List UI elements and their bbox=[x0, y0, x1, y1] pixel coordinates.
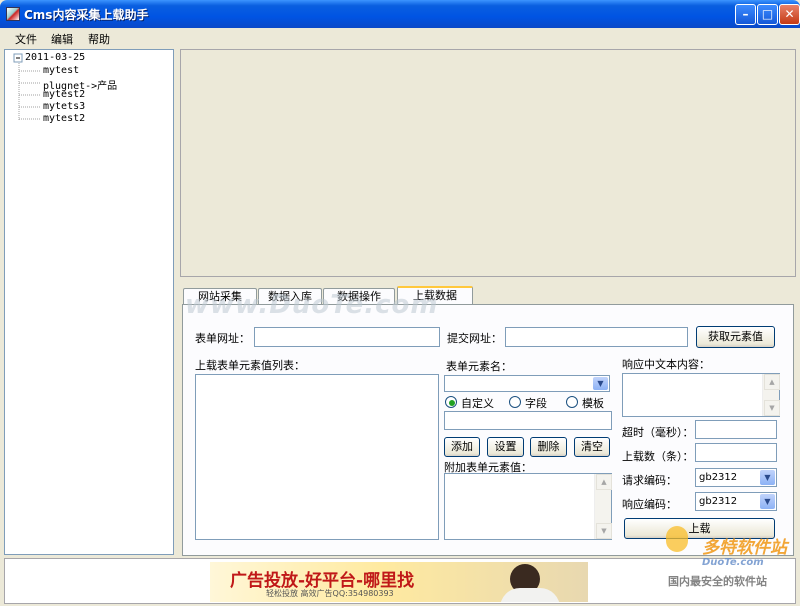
scrollbar[interactable]: ▲ ▼ bbox=[762, 374, 780, 416]
mascot-icon bbox=[666, 526, 688, 552]
minimize-icon: – bbox=[742, 7, 749, 21]
request-encoding-label: 请求编码： bbox=[622, 474, 677, 487]
upload-count-input[interactable] bbox=[695, 443, 777, 462]
extra-values-textarea[interactable]: ▲ ▼ bbox=[444, 473, 612, 540]
element-list-label: 上载表单元素值列表： bbox=[195, 359, 305, 372]
ad-person-body bbox=[500, 588, 560, 602]
form-url-label: 表单网址： bbox=[195, 332, 250, 345]
radio-custom-label: 自定义 bbox=[461, 397, 494, 410]
splitter[interactable] bbox=[180, 277, 796, 283]
form-url-input[interactable] bbox=[254, 327, 440, 347]
ad-banner[interactable]: 广告投放-好平台-哪里找 轻松投放 高效广告QQ:354980393 bbox=[210, 562, 588, 602]
request-encoding-value: gb2312 bbox=[699, 472, 738, 483]
radio-template[interactable] bbox=[566, 396, 578, 408]
upload-count-label: 上载数（条）： bbox=[622, 450, 694, 463]
scrollbar[interactable]: ▲ ▼ bbox=[594, 474, 612, 539]
response-text-area[interactable]: ▲ ▼ bbox=[622, 373, 780, 417]
menu-bar bbox=[4, 28, 796, 47]
radio-field-label: 字段 bbox=[525, 397, 547, 410]
clear-button[interactable]: 清空 bbox=[574, 437, 610, 457]
site-domain: DuoTe.com bbox=[702, 557, 764, 568]
scroll-down-icon[interactable]: ▼ bbox=[596, 523, 612, 539]
tree-root[interactable]: 2011-03-25 bbox=[25, 52, 85, 63]
ad-subline: 轻松投放 高效广告QQ:354980393 bbox=[266, 589, 394, 598]
minimize-button[interactable]: – bbox=[735, 4, 756, 25]
tree-view[interactable]: 2011-03-25 mytest plugnet->产品 mytest2 my… bbox=[4, 49, 174, 555]
window-title: Cms内容采集上载助手 bbox=[24, 8, 149, 22]
timeout-label: 超时（毫秒）： bbox=[622, 426, 694, 439]
timeout-input[interactable] bbox=[695, 420, 777, 439]
element-name-select[interactable]: ▼ bbox=[444, 375, 610, 392]
browser-area bbox=[180, 49, 796, 277]
element-name-label: 表单元素名： bbox=[446, 360, 512, 373]
watermark: www.DuoTe.com bbox=[185, 290, 439, 320]
close-icon: ✕ bbox=[784, 7, 795, 21]
scroll-up-icon[interactable]: ▲ bbox=[764, 374, 780, 390]
tree-node[interactable]: mytest2 bbox=[43, 113, 85, 124]
radio-custom[interactable] bbox=[445, 396, 457, 408]
menu-file[interactable]: 文件 bbox=[15, 31, 37, 47]
get-elements-button[interactable]: 获取元素值 bbox=[696, 326, 775, 348]
submit-url-input[interactable] bbox=[505, 327, 688, 347]
site-logo: 多特软件站 bbox=[702, 538, 787, 558]
response-encoding-value: gb2312 bbox=[699, 496, 738, 507]
chevron-down-icon: ▼ bbox=[593, 377, 608, 390]
scroll-up-icon[interactable]: ▲ bbox=[596, 474, 612, 490]
add-button[interactable]: 添加 bbox=[444, 437, 480, 457]
delete-button[interactable]: 删除 bbox=[530, 437, 567, 457]
radio-field[interactable] bbox=[509, 396, 521, 408]
tree-node[interactable]: mytest2 bbox=[43, 89, 85, 100]
element-values-list[interactable] bbox=[195, 374, 439, 540]
menu-edit[interactable]: 编辑 bbox=[51, 31, 73, 47]
close-button[interactable]: ✕ bbox=[779, 4, 800, 25]
maximize-icon: □ bbox=[761, 7, 774, 21]
element-value-input[interactable] bbox=[444, 411, 612, 430]
response-text-label: 响应中文本内容： bbox=[622, 358, 710, 371]
tree-lines bbox=[13, 53, 41, 120]
scroll-down-icon[interactable]: ▼ bbox=[764, 400, 780, 416]
response-encoding-label: 响应编码： bbox=[622, 498, 677, 511]
site-slogan: 国内最安全的软件站 bbox=[668, 575, 767, 588]
set-button[interactable]: 设置 bbox=[487, 437, 524, 457]
response-encoding-select[interactable]: gb2312 ▼ bbox=[695, 492, 777, 511]
chevron-down-icon: ▼ bbox=[760, 470, 775, 485]
app-icon[interactable] bbox=[6, 7, 20, 21]
chevron-down-icon: ▼ bbox=[760, 494, 775, 509]
radio-template-label: 模板 bbox=[582, 397, 604, 410]
request-encoding-select[interactable]: gb2312 ▼ bbox=[695, 468, 777, 487]
submit-url-label: 提交网址： bbox=[447, 332, 502, 345]
tree-node[interactable]: mytest bbox=[43, 65, 79, 76]
tree-node[interactable]: mytets3 bbox=[43, 101, 85, 112]
maximize-button[interactable]: □ bbox=[757, 4, 778, 25]
radio-selected-dot bbox=[449, 400, 455, 406]
menu-help[interactable]: 帮助 bbox=[88, 31, 110, 47]
